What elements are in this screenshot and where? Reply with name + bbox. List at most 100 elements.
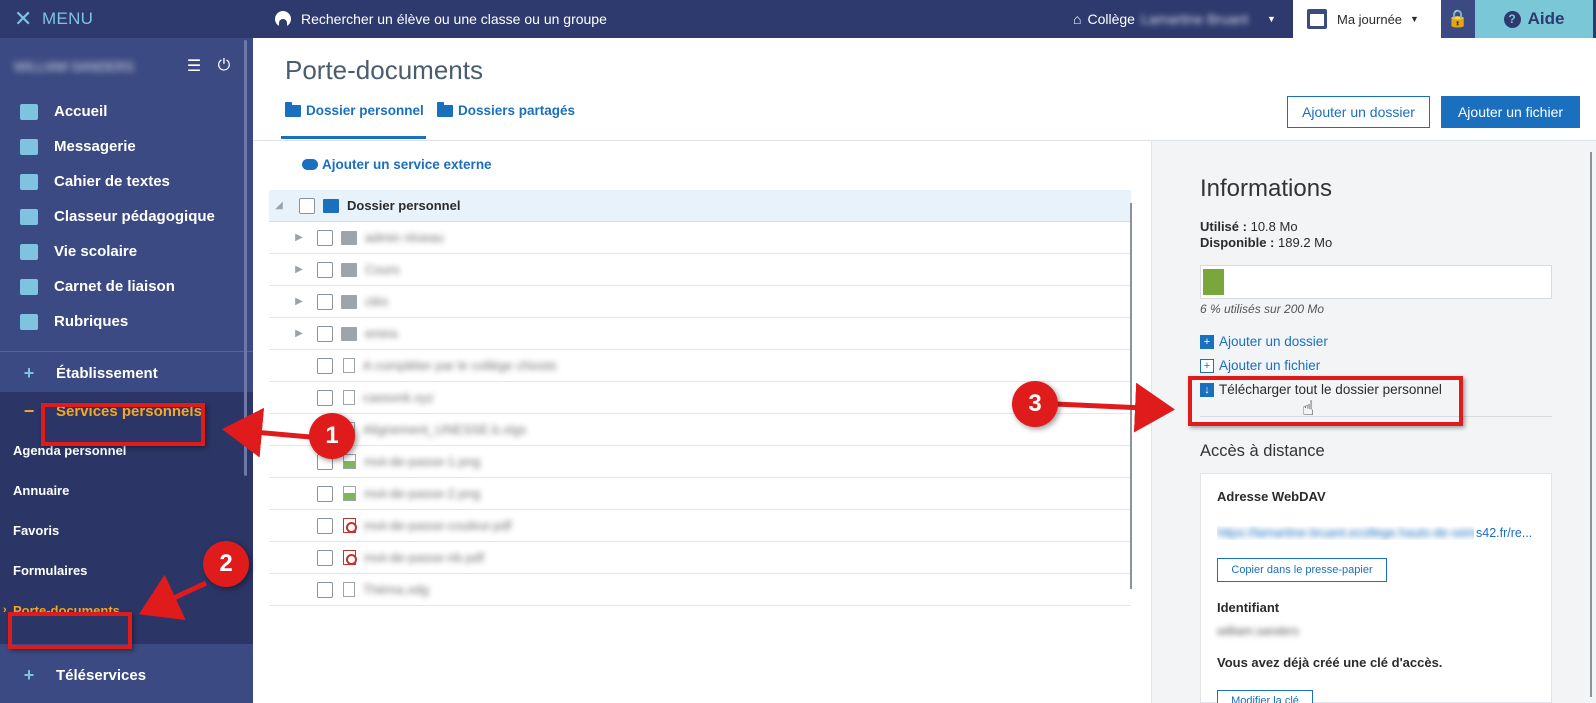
chevron-right-icon: › (3, 604, 7, 616)
tab-dossier-personnel[interactable]: Dossier personnel (285, 101, 424, 118)
add-file-link[interactable]: + Ajouter un fichier (1200, 358, 1320, 373)
expand-triangle-icon[interactable]: ▶ (293, 296, 305, 307)
annotation-box-services (41, 403, 205, 446)
add-folder-link[interactable]: + Ajouter un dossier (1200, 334, 1328, 349)
tree-row[interactable]: ▶ Cours (269, 254, 1131, 286)
webdav-url-visible[interactable]: s42.fr/re... (1474, 526, 1533, 540)
divider (0, 351, 253, 352)
checkbox[interactable] (299, 197, 315, 214)
tree-row[interactable]: ▶ clés (269, 286, 1131, 318)
nav-item-accueil[interactable]: Accueil (0, 94, 253, 129)
tree-row-name[interactable]: A compléter par le collège chiosts (363, 358, 557, 373)
panel-scrollbar[interactable] (1590, 152, 1592, 697)
nav-item-carnet-de-liaison[interactable]: Carnet de liaison (0, 269, 253, 304)
folders-icon (437, 101, 453, 117)
tree-row-name[interactable]: mot-de-passe-nb.pdf (364, 550, 484, 565)
nav-item-label: Accueil (54, 103, 108, 120)
tree-scrollbar[interactable] (1130, 203, 1132, 589)
tree-row[interactable]: mot-de-passe-1.png (269, 446, 1131, 478)
link-icon (20, 278, 38, 295)
checkbox[interactable] (317, 389, 333, 406)
nav-item-classeur-pédagogique[interactable]: Classeur pédagogique (0, 199, 253, 234)
sidebar-scrollbar[interactable] (244, 40, 247, 476)
key-notice: Vous avez déjà créé une clé d'accès. (1217, 655, 1443, 670)
folder-icon (341, 294, 357, 309)
tab-dossiers-partages[interactable]: Dossiers partagés (437, 101, 575, 118)
nav-item-vie-scolaire[interactable]: Vie scolaire (0, 234, 253, 269)
checkbox[interactable] (317, 325, 333, 342)
checkbox[interactable] (317, 517, 333, 534)
tree-row[interactable]: cassonk.xyz (269, 382, 1131, 414)
menu-toggle[interactable]: ✕ MENU (0, 0, 253, 38)
annotation-box-porte-documents (8, 612, 132, 649)
tree-rows: ▶ admin réseau ▶ Cours ▶ clés ▶ emira A compléte… (269, 222, 1131, 606)
webdav-label: Adresse WebDAV (1217, 489, 1326, 504)
expand-triangle-icon[interactable]: ▶ (293, 328, 305, 339)
copy-clipboard-button[interactable]: Copier dans le presse-papier (1217, 558, 1387, 582)
tree-row[interactable]: ▶ emira (269, 318, 1131, 350)
tree-row[interactable]: mot-de-passe-2.png (269, 478, 1131, 510)
tree-row-name[interactable]: admin réseau (365, 230, 444, 245)
collapse-triangle-icon[interactable]: ◢ (273, 200, 285, 211)
expand-triangle-icon[interactable]: ▶ (293, 232, 305, 243)
add-file-button[interactable]: Ajouter un fichier (1441, 96, 1580, 128)
settings-sliders-icon[interactable]: ☰ (179, 56, 209, 76)
tree-row-name[interactable]: Cours (365, 262, 400, 277)
checkbox[interactable] (317, 261, 333, 278)
plus-icon: + (23, 362, 35, 383)
tree-row-name[interactable]: mot-de-passe-1.png (364, 454, 480, 469)
tree-row-name[interactable]: emira (365, 326, 398, 341)
nav-item-cahier-de-textes[interactable]: Cahier de textes (0, 164, 253, 199)
checkbox[interactable] (317, 293, 333, 310)
add-external-label: Ajouter un service externe (322, 157, 492, 172)
tree-row[interactable]: Alignement_UNESSE.b.xlgs (269, 414, 1131, 446)
section-teleservices[interactable]: + Téléservices (0, 655, 253, 695)
pdf-file-icon (343, 550, 357, 565)
power-icon[interactable]: ⏻ (209, 57, 239, 75)
sub-item-label: Annuaire (13, 482, 70, 498)
close-icon[interactable]: ✕ (14, 8, 36, 30)
checkbox[interactable] (317, 229, 333, 246)
add-folder-button[interactable]: Ajouter un dossier (1287, 96, 1430, 128)
usage-caption: 6 % utilisés sur 200 Mo (1200, 302, 1325, 316)
binder-icon (20, 208, 38, 225)
college-label: Collège (1087, 11, 1135, 27)
expand-triangle-icon[interactable]: ▶ (293, 264, 305, 275)
section-etablissement[interactable]: + Établissement (0, 354, 253, 392)
modify-key-button[interactable]: Modifier la clé (1217, 690, 1313, 703)
hand-cursor-icon: ☝ (1302, 398, 1315, 420)
sub-item-annuaire[interactable]: Annuaire (0, 470, 253, 510)
search-placeholder: Rechercher un élève ou une classe ou un … (301, 11, 607, 27)
cloud-upload-icon (302, 159, 318, 170)
tree-row[interactable]: A compléter par le collège chiosts (269, 350, 1131, 382)
tree-row[interactable]: Théma.odg (269, 574, 1131, 606)
tree-row-name[interactable]: mot-de-passe-couleur.pdf (364, 518, 511, 533)
tree-row[interactable]: ▶ admin réseau (269, 222, 1131, 254)
ma-journee-button[interactable]: Ma journée ▼ (1293, 0, 1441, 38)
tree-row-name[interactable]: Alignement_UNESSE.b.xlgs (363, 422, 526, 437)
aide-button[interactable]: ? Aide (1475, 0, 1593, 38)
tree-row[interactable]: mot-de-passe-nb.pdf (269, 542, 1131, 574)
college-name: Lamartine Bruant (1140, 11, 1249, 27)
tree-row[interactable]: mot-de-passe-couleur.pdf (269, 510, 1131, 542)
add-external-service-link[interactable]: Ajouter un service externe (302, 157, 492, 172)
search-bar[interactable]: Rechercher un élève ou une classe ou un … (253, 11, 1073, 27)
lock-icon[interactable]: 🔒 (1441, 0, 1475, 38)
nav-item-label: Rubriques (54, 313, 129, 330)
nav-item-rubriques[interactable]: Rubriques (0, 304, 253, 339)
home-icon: ⌂ (1073, 11, 1082, 27)
tree-row-name[interactable]: cassonk.xyz (363, 390, 434, 405)
tree-root-row[interactable]: ◢ Dossier personnel (269, 190, 1131, 222)
college-selector[interactable]: ⌂ Collège Lamartine Bruant ▼ (1073, 11, 1293, 27)
tree-row-name[interactable]: clés (365, 294, 388, 309)
checkbox[interactable] (317, 581, 333, 598)
checkbox[interactable] (317, 549, 333, 566)
pie-icon (20, 243, 38, 260)
checkbox[interactable] (317, 357, 333, 374)
plus-icon: + (23, 664, 35, 685)
tree-row-name[interactable]: Théma.odg (363, 582, 429, 597)
grid-icon (20, 103, 38, 120)
nav-item-messagerie[interactable]: Messagerie (0, 129, 253, 164)
tree-row-name[interactable]: mot-de-passe-2.png (364, 486, 480, 501)
checkbox[interactable] (317, 485, 333, 502)
